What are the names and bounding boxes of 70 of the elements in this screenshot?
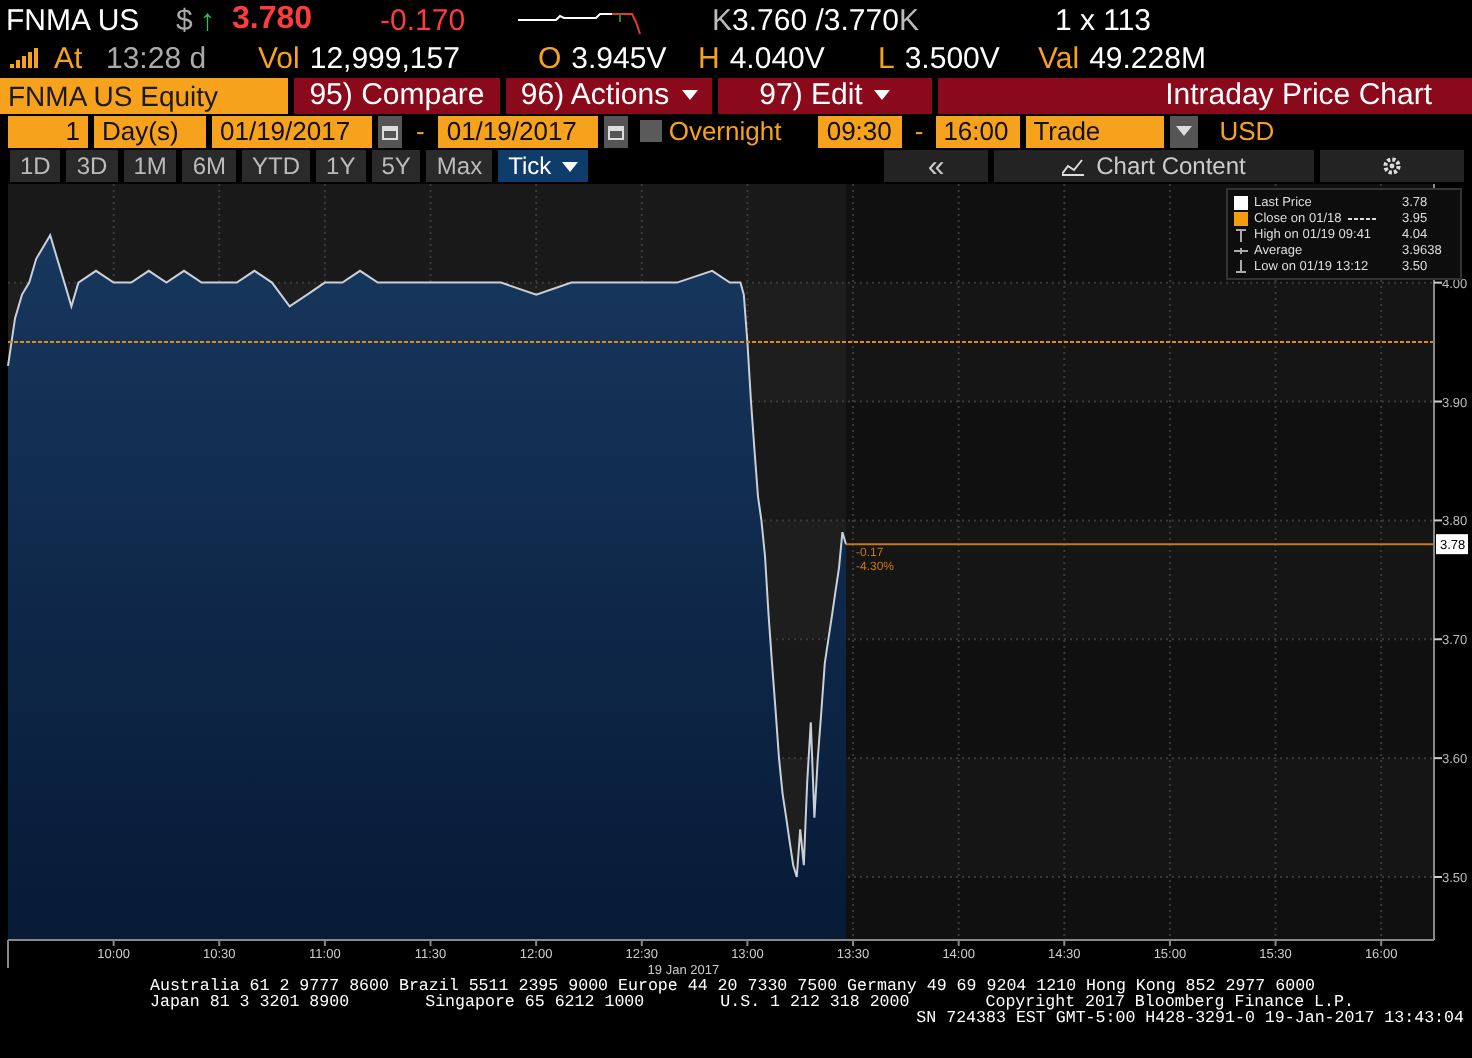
stat-value: 4.040V xyxy=(729,41,825,75)
period-tab[interactable]: YTD xyxy=(242,150,311,182)
footer-text: Australia 61 2 9777 8600 Brazil 5511 2395 9000 Europe 44 20 7330 7500 Germany 49 69 9204 1210 Hong Kong 852 2977 6000 xyxy=(150,980,1316,996)
overnight-checkbox[interactable] xyxy=(640,120,663,142)
period-tab[interactable]: Tick xyxy=(498,150,588,182)
bid-marker: K xyxy=(712,3,733,37)
stat-value: 12,999,157 xyxy=(309,41,460,75)
period-tab[interactable]: 1M xyxy=(123,150,177,182)
stat-label: At xyxy=(54,41,85,75)
signal-icon xyxy=(10,47,38,69)
footer-text: Japan 81 3 3201 8900 xyxy=(150,996,350,1012)
period-tab[interactable]: 1D xyxy=(10,150,61,182)
chart-content-button[interactable]: Chart Content xyxy=(994,150,1314,182)
period-tab[interactable]: 3D xyxy=(66,150,118,182)
menu-button[interactable]: 97) Edit xyxy=(718,77,932,113)
period-count-field[interactable]: 1 xyxy=(8,115,88,147)
stat-value: 3.945V xyxy=(571,41,667,75)
low-marker-icon xyxy=(1234,259,1248,273)
caret-icon xyxy=(681,90,698,100)
stat-label: O xyxy=(538,41,562,75)
field-select[interactable]: Trade xyxy=(1025,115,1164,147)
caret-icon xyxy=(1175,126,1192,136)
dashed-line-icon xyxy=(1347,215,1376,221)
stat-label: H xyxy=(698,41,720,75)
menu-button[interactable]: 96) Actions xyxy=(506,77,712,113)
start-date-field[interactable]: 01/19/2017 xyxy=(212,115,372,147)
quote-time: 13:28 d xyxy=(106,41,209,75)
date-separator: - xyxy=(416,116,425,146)
average-marker-icon xyxy=(1234,243,1248,257)
stat-label: Val xyxy=(1038,41,1080,75)
line-chart-icon xyxy=(1062,157,1085,175)
last-price: 3.780 xyxy=(232,2,315,38)
bid-ask-size: 1 x 113 xyxy=(1054,3,1152,37)
end-date-field[interactable]: 01/19/2017 xyxy=(438,115,599,147)
overnight-label: Overnight xyxy=(668,116,784,146)
footer-text: U.S. 1 212 318 2000 xyxy=(720,996,910,1012)
security-field[interactable]: FNMA US Equity xyxy=(0,77,288,113)
currency-symbol: $ xyxy=(176,3,195,37)
currency-label: USD xyxy=(1219,116,1275,146)
stat-label: Vol xyxy=(258,41,300,75)
caret-icon xyxy=(874,90,891,100)
footer-text: Singapore 65 6212 1000 xyxy=(425,996,645,1012)
period-tab[interactable]: 1Y xyxy=(316,150,366,182)
start-time-field[interactable]: 09:30 xyxy=(818,115,903,147)
stat-label: L xyxy=(878,41,895,75)
footer-text: Copyright 2017 Bloomberg Finance L.P. xyxy=(985,996,1354,1012)
period-tab[interactable]: 5Y xyxy=(371,150,421,182)
dropdown-button[interactable] xyxy=(1169,115,1198,147)
settings-icon xyxy=(1382,156,1402,176)
period-tab[interactable]: 6M xyxy=(182,150,237,182)
bid-ask: 3.760 /3.770 xyxy=(732,3,899,37)
stat-value: 3.500V xyxy=(904,41,1000,75)
collapse-button[interactable]: « xyxy=(884,150,988,182)
period-unit: Day(s) xyxy=(94,115,206,147)
high-marker-icon xyxy=(1234,227,1248,241)
window-title: Intraday Price Chart xyxy=(938,77,1472,113)
menu-button[interactable]: 95) Compare xyxy=(294,77,500,113)
price-change: -0.170 xyxy=(380,3,468,37)
stat-value: 49.228M xyxy=(1089,41,1206,75)
ticker: FNMA US xyxy=(6,3,142,37)
footer-text: SN 724383 EST GMT-5:00 H428-3291-0 19-Jan-2017 13:43:04 xyxy=(916,1012,1464,1028)
up-arrow: ↑ xyxy=(200,3,217,37)
period-tab[interactable]: Max xyxy=(426,150,493,182)
calendar-icon[interactable] xyxy=(604,115,629,147)
end-time-field[interactable]: 16:00 xyxy=(935,115,1020,147)
settings-button[interactable] xyxy=(1320,150,1464,182)
ask-marker: K xyxy=(898,3,921,37)
caret-icon xyxy=(561,161,578,171)
calendar-icon[interactable] xyxy=(378,115,402,147)
time-separator: - xyxy=(914,116,924,146)
